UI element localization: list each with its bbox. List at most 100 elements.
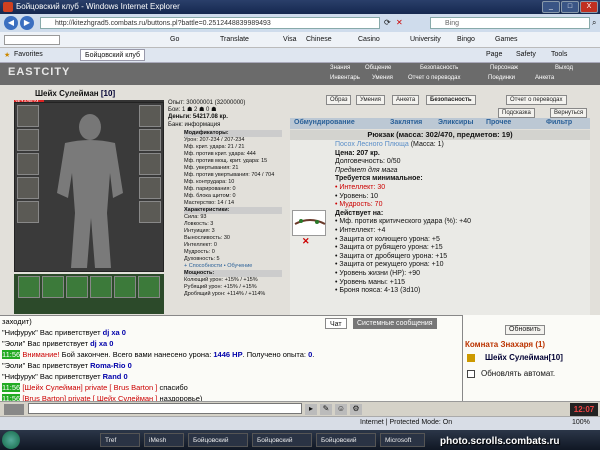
menu-communication[interactable]: Общение: [365, 65, 391, 73]
slot-earrings[interactable]: [139, 105, 161, 127]
modifier-line: Мф. против мощ. крит. удара: 15: [184, 158, 268, 164]
item-act: • Уровень жизни (HP): +90: [335, 269, 420, 277]
taskbar-item[interactable]: Tref: [100, 433, 140, 447]
slot-shield[interactable]: [139, 177, 161, 199]
translate-button[interactable]: Translate: [220, 36, 249, 43]
search-icon[interactable]: ⌕: [592, 18, 596, 28]
menu-exit[interactable]: Выход: [555, 65, 573, 73]
games-button[interactable]: Games: [495, 36, 518, 43]
character-doll[interactable]: [14, 102, 164, 272]
tab-spells[interactable]: Заклятия: [390, 119, 422, 126]
slot-helmet[interactable]: [17, 105, 39, 127]
address-input[interactable]: http://kitezhgrad5.combats.ru/buttons.pl…: [40, 17, 380, 29]
slot-amulet[interactable]: [139, 129, 161, 151]
search-input[interactable]: Bing: [430, 17, 590, 29]
auto-refresh-checkbox[interactable]: [467, 370, 475, 378]
chat-message: "Эоли" Вас приветствует dj xa 0: [2, 338, 462, 349]
filter-icon[interactable]: ⚙: [350, 404, 362, 415]
transfers-report-button[interactable]: Отчет о переводах: [506, 95, 567, 105]
maximize-button[interactable]: □: [561, 1, 579, 13]
chat-mode-icon[interactable]: [4, 404, 24, 415]
tab-filter[interactable]: Фильтр: [546, 119, 572, 126]
smile-icon[interactable]: ☺: [335, 404, 347, 415]
belt-slot[interactable]: [90, 276, 112, 298]
refresh-room-button[interactable]: Обновить: [505, 325, 545, 335]
favorites-star-icon[interactable]: ★: [4, 51, 10, 59]
taskbar-item[interactable]: Microsoft: [380, 433, 425, 447]
casino-button[interactable]: Casino: [358, 36, 380, 43]
slot-ring[interactable]: [17, 201, 39, 223]
belt-slots[interactable]: [14, 274, 164, 314]
taskbar-item[interactable]: Бойцовский: [316, 433, 376, 447]
chinese-button[interactable]: Chinese: [306, 36, 332, 43]
slot-weapon[interactable]: [17, 129, 39, 151]
submenu-profile[interactable]: Анкета: [535, 75, 554, 83]
chat-highlight[interactable]: Rand 0: [103, 372, 128, 381]
abilities-link[interactable]: + Способности • Обучение: [184, 263, 282, 270]
chat-message: "Эоли" Вас приветствует Roma-Rio 0: [2, 360, 462, 371]
submenu-skills[interactable]: Умения: [372, 75, 393, 83]
start-button[interactable]: [2, 431, 20, 449]
submenu-inventory[interactable]: Инвентарь: [330, 75, 360, 83]
chat-highlight[interactable]: Roma-Rio 0: [90, 361, 132, 370]
return-button[interactable]: Вернуться: [550, 108, 588, 118]
chat-highlight[interactable]: dj xa 0: [103, 328, 126, 337]
belt-slot[interactable]: [18, 276, 40, 298]
belt-slot[interactable]: [138, 276, 160, 298]
slot-armor[interactable]: [17, 153, 39, 175]
chat-highlight[interactable]: 1446 HP: [213, 350, 242, 359]
stop-icon[interactable]: ✕: [396, 18, 403, 27]
taskbar-item[interactable]: Бойцовский: [188, 433, 248, 447]
page-menu[interactable]: Page: [486, 51, 502, 58]
browser-tab[interactable]: Бойцовский клуб: [80, 49, 146, 61]
hint-button[interactable]: Подсказка: [498, 108, 535, 118]
item-name[interactable]: Посох Лесного Плюща: [335, 141, 409, 148]
tools-menu[interactable]: Tools: [551, 51, 567, 58]
tab-system-messages[interactable]: Системные сообщения: [353, 318, 437, 329]
tab-elixirs[interactable]: Эликсиры: [438, 119, 473, 126]
send-icon[interactable]: ▸: [305, 404, 317, 415]
slot-boots[interactable]: [139, 201, 161, 223]
menu-knowledge[interactable]: Знания: [330, 65, 350, 73]
modifier-line: Мф. парирования: 0: [184, 186, 236, 192]
tab-other[interactable]: Прочее: [486, 119, 511, 126]
minimize-button[interactable]: _: [542, 1, 560, 13]
tab-equipment[interactable]: Обмундирование: [294, 119, 355, 126]
university-button[interactable]: University: [410, 36, 441, 43]
tab-chat[interactable]: Чат: [325, 318, 347, 329]
forward-icon[interactable]: ▶: [20, 16, 34, 30]
refresh-icon[interactable]: ⟳: [384, 18, 391, 27]
chat-input[interactable]: [28, 403, 302, 414]
menu-security[interactable]: Безопасность: [420, 65, 458, 73]
profile-button[interactable]: Анкета: [392, 95, 420, 105]
chat-highlight[interactable]: dj xa 0: [90, 339, 113, 348]
room-member[interactable]: Шейх Сулейман[10]: [485, 353, 563, 362]
close-button[interactable]: X: [580, 1, 598, 13]
belt-slot[interactable]: [66, 276, 88, 298]
belt-slot[interactable]: [114, 276, 136, 298]
submenu-transfers[interactable]: Отчет о переводах: [408, 75, 461, 83]
back-icon[interactable]: ◀: [4, 16, 18, 30]
chat-text: "Нифурук" Вас приветствует: [2, 372, 103, 381]
taskbar-item[interactable]: iMesh: [144, 433, 184, 447]
bingo-button[interactable]: Bingo: [457, 36, 475, 43]
go-button[interactable]: Go: [170, 36, 179, 43]
favorites-button[interactable]: Favorites: [14, 51, 43, 58]
taskbar-item[interactable]: Бойцовский: [252, 433, 312, 447]
zoom-level[interactable]: 100%: [572, 419, 590, 426]
clear-icon[interactable]: ✎: [320, 404, 332, 415]
submenu-battles[interactable]: Поединки: [488, 75, 515, 83]
security-button[interactable]: Безопасность: [426, 95, 476, 105]
stat-bank[interactable]: Банк: информация: [168, 122, 286, 129]
visa-button[interactable]: Visa: [283, 36, 297, 43]
item-price: Цена: 207 кр.: [335, 149, 380, 157]
drop-item-icon[interactable]: ✕: [302, 236, 310, 247]
skills-button[interactable]: Умения: [356, 95, 385, 105]
menu-character[interactable]: Персонаж: [490, 65, 518, 73]
staff-item-icon[interactable]: [292, 210, 326, 236]
slot-gloves[interactable]: [139, 153, 161, 175]
slot-belt[interactable]: [17, 177, 39, 199]
safety-menu[interactable]: Safety: [516, 51, 536, 58]
image-button[interactable]: Образ: [326, 95, 352, 105]
belt-slot[interactable]: [42, 276, 64, 298]
